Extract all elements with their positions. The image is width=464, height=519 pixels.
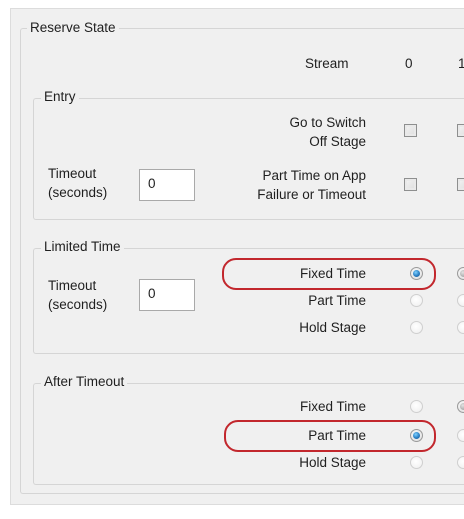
after-hold-stage-stream1-radio[interactable] xyxy=(457,456,464,469)
after-timeout-group-label: After Timeout xyxy=(41,374,128,389)
stream-0-header: 0 xyxy=(405,56,413,71)
limited-hold-stage-stream0-radio[interactable] xyxy=(410,321,423,334)
limited-part-time-stream0-radio[interactable] xyxy=(410,294,423,307)
stream-1-header: 1 xyxy=(458,56,464,71)
limited-fixed-time-stream1-radio[interactable] xyxy=(457,267,464,280)
entry-group-label: Entry xyxy=(41,89,79,104)
entry-timeout-input[interactable]: 0 xyxy=(139,169,195,201)
after-hold-stage-label: Hold Stage xyxy=(299,455,366,470)
limited-part-time-label: Part Time xyxy=(308,293,366,308)
limited-hold-stage-stream1-radio[interactable] xyxy=(457,321,464,334)
limited-timeout-label: Timeout (seconds) xyxy=(48,278,108,312)
limited-part-time-stream1-radio[interactable] xyxy=(457,294,464,307)
part-time-failure-stream1-checkbox[interactable] xyxy=(457,178,464,191)
part-time-on-failure-label: Part Time on App Failure or Timeout xyxy=(257,168,366,202)
reserve-state-title: Reserve State xyxy=(27,20,119,35)
limited-timeout-input[interactable]: 0 xyxy=(139,279,195,311)
after-hold-stage-stream0-radio[interactable] xyxy=(410,456,423,469)
go-to-switch-stream0-checkbox[interactable] xyxy=(404,124,417,137)
after-part-time-stream1-radio[interactable] xyxy=(457,429,464,442)
part-time-failure-stream0-checkbox[interactable] xyxy=(404,178,417,191)
go-to-switch-stream1-checkbox[interactable] xyxy=(457,124,464,137)
limited-fixed-time-stream0-radio[interactable] xyxy=(410,267,423,280)
go-to-switch-off-stage-label: Go to Switch Off Stage xyxy=(289,115,366,149)
after-fixed-time-stream1-radio[interactable] xyxy=(457,400,464,413)
limited-time-group-label: Limited Time xyxy=(41,239,124,254)
after-part-time-stream0-radio[interactable] xyxy=(410,429,423,442)
after-part-time-label: Part Time xyxy=(308,428,366,443)
after-fixed-time-stream0-radio[interactable] xyxy=(410,400,423,413)
limited-hold-stage-label: Hold Stage xyxy=(299,320,366,335)
after-fixed-time-label: Fixed Time xyxy=(299,399,366,414)
stream-column-header: Stream xyxy=(305,56,349,71)
limited-fixed-time-label: Fixed Time xyxy=(299,266,366,281)
entry-timeout-label: Timeout (seconds) xyxy=(48,166,108,200)
